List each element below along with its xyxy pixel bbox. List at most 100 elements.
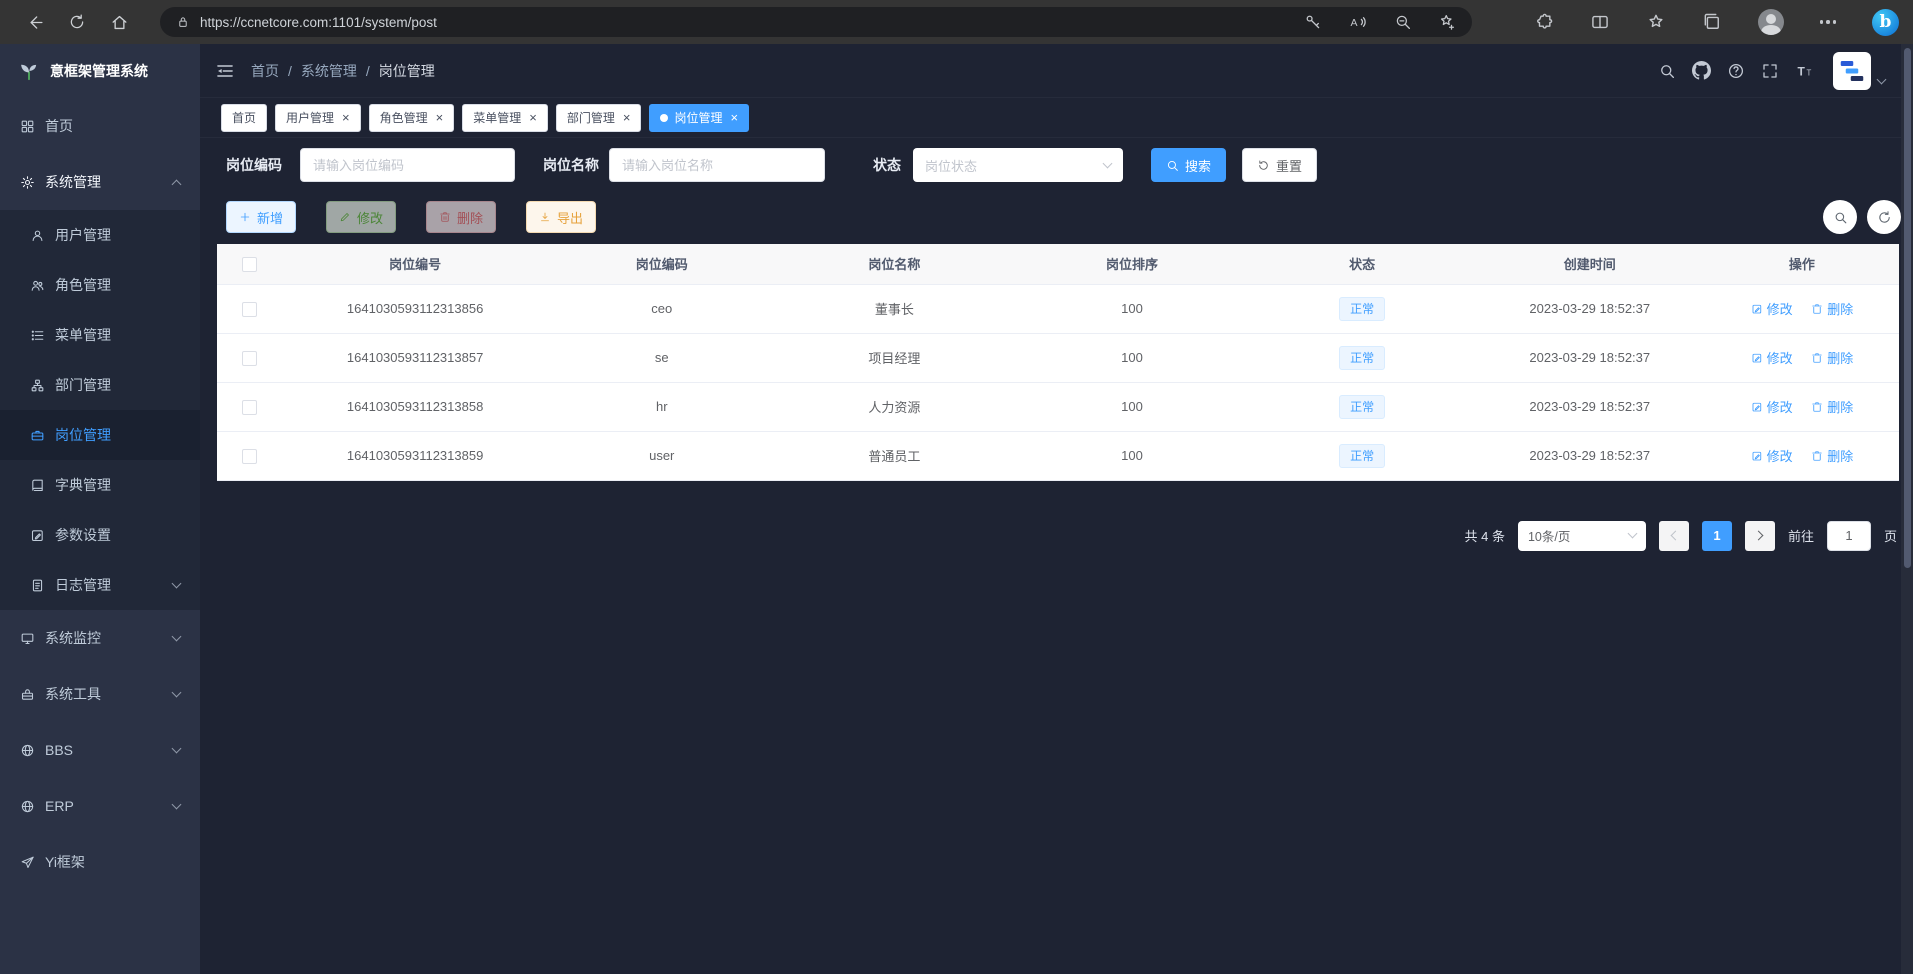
sidebar-item-erp[interactable]: ERP [0,778,200,834]
app-logo[interactable]: 意框架管理系统 [0,44,200,98]
row-checkbox[interactable] [242,400,257,415]
sidebar-item-label: 部门管理 [55,375,111,395]
status-label: 状态 [873,155,901,175]
breadcrumb-home[interactable]: 首页 [251,61,279,81]
copilot-bing-icon[interactable]: b [1872,9,1899,36]
edit-icon [1751,450,1763,462]
saved-passwords-key-icon[interactable] [1304,13,1322,31]
goto-page-input[interactable] [1827,521,1871,551]
collections-icon[interactable] [1702,12,1722,32]
github-icon[interactable] [1692,61,1711,80]
tab-user-management[interactable]: 用户管理× [275,104,361,132]
row-edit-link[interactable]: 修改 [1751,397,1793,416]
sidebar-item-dict-management[interactable]: 字典管理 [0,460,200,510]
address-bar[interactable]: https://ccnetcore.com:1101/system/post A [160,7,1472,37]
scrollbar-thumb[interactable] [1904,48,1911,568]
sidebar-item-system-monitor[interactable]: 系统监控 [0,610,200,666]
row-edit-link[interactable]: 修改 [1751,446,1793,465]
refresh-table-button[interactable] [1867,200,1901,234]
sidebar-item-log-management[interactable]: 日志管理 [0,560,200,610]
prev-page-button[interactable] [1659,521,1689,551]
sidebar-item-param-settings[interactable]: 参数设置 [0,510,200,560]
status-select[interactable]: 岗位状态 [913,148,1123,182]
sidebar-item-dept-management[interactable]: 部门管理 [0,360,200,410]
next-page-button[interactable] [1745,521,1775,551]
show-search-toggle-button[interactable] [1823,200,1857,234]
row-checkbox[interactable] [242,351,257,366]
sidebar-item-system-tools[interactable]: 系统工具 [0,666,200,722]
zoom-icon[interactable] [1394,13,1412,31]
post-name-input[interactable] [609,148,825,182]
add-button-label: 新增 [257,208,283,227]
text-size-icon[interactable]: TT [1795,62,1815,80]
sidebar-item-home[interactable]: 首页 [0,98,200,154]
browser-profile-avatar[interactable] [1758,9,1784,35]
browser-back-button[interactable] [14,5,56,39]
favorite-add-icon[interactable] [1438,13,1456,31]
sidebar-item-label: 字典管理 [55,475,111,495]
row-checkbox[interactable] [242,449,257,464]
tab-role-management[interactable]: 角色管理× [369,104,455,132]
more-menu-icon[interactable] [1820,20,1837,24]
row-delete-link[interactable]: 删除 [1811,397,1853,416]
cell-created: 2023-03-29 18:52:37 [1475,284,1705,333]
sidebar-item-bbs[interactable]: BBS [0,722,200,778]
page-size-value: 10条/页 [1528,526,1570,545]
briefcase-icon [30,428,45,443]
page-size-select[interactable]: 10条/页 [1518,521,1646,551]
help-icon[interactable] [1727,62,1745,80]
browser-refresh-button[interactable] [56,5,98,39]
tab-dept-management[interactable]: 部门管理× [556,104,642,132]
sidebar-item-yi-framework[interactable]: Yi框架 [0,834,200,890]
download-icon [539,211,551,223]
tab-menu-management[interactable]: 菜单管理× [462,104,548,132]
browser-toolbar: https://ccnetcore.com:1101/system/post A… [0,0,1913,44]
tab-home[interactable]: 首页 [221,104,267,132]
read-aloud-icon[interactable]: A [1348,13,1368,31]
row-delete-link[interactable]: 删除 [1811,348,1853,367]
close-icon[interactable]: × [529,111,537,124]
sidebar-item-post-management[interactable]: 岗位管理 [0,410,200,460]
sidebar-item-menu-management[interactable]: 菜单管理 [0,310,200,360]
sidebar-item-system-management[interactable]: 系统管理 [0,154,200,210]
breadcrumb-separator: / [366,63,370,79]
post-code-input[interactable] [300,148,515,182]
sidebar-item-user-management[interactable]: 用户管理 [0,210,200,260]
delete-button[interactable]: 删除 [426,201,496,233]
tab-post-management[interactable]: 岗位管理× [649,104,749,132]
sidebar-item-label: 用户管理 [55,225,111,245]
cell-post-sort: 100 [1014,431,1249,480]
close-icon[interactable]: × [342,111,350,124]
close-icon[interactable]: × [730,111,738,124]
total-count: 共 4 条 [1465,526,1505,545]
chevron-down-icon[interactable] [1877,74,1887,84]
split-screen-icon[interactable] [1590,12,1610,32]
select-all-checkbox[interactable] [242,257,257,272]
reset-button[interactable]: 重置 [1242,148,1317,182]
edit-button[interactable]: 修改 [326,201,396,233]
sidebar-item-role-management[interactable]: 角色管理 [0,260,200,310]
browser-home-button[interactable] [98,5,140,39]
cell-post-id: 1641030593112313859 [281,431,549,480]
col-post-sort: 岗位排序 [1014,244,1249,284]
close-icon[interactable]: × [436,111,444,124]
row-delete-link[interactable]: 删除 [1811,446,1853,465]
search-button[interactable]: 搜索 [1151,148,1226,182]
export-button[interactable]: 导出 [526,201,596,233]
favorites-icon[interactable] [1646,12,1666,32]
row-delete-link[interactable]: 删除 [1811,299,1853,318]
fullscreen-icon[interactable] [1761,62,1779,80]
edit-icon [1751,401,1763,413]
row-edit-link[interactable]: 修改 [1751,299,1793,318]
row-checkbox[interactable] [242,302,257,317]
page-1-button[interactable]: 1 [1702,521,1732,551]
sidebar-toggle-icon[interactable] [215,61,235,81]
breadcrumb-system[interactable]: 系统管理 [301,61,357,81]
toolbox-icon [20,687,35,702]
user-avatar[interactable] [1833,52,1871,90]
search-icon[interactable] [1658,62,1676,80]
close-icon[interactable]: × [623,111,631,124]
extensions-icon[interactable] [1534,12,1554,32]
add-button[interactable]: 新增 [226,201,296,233]
row-edit-link[interactable]: 修改 [1751,348,1793,367]
